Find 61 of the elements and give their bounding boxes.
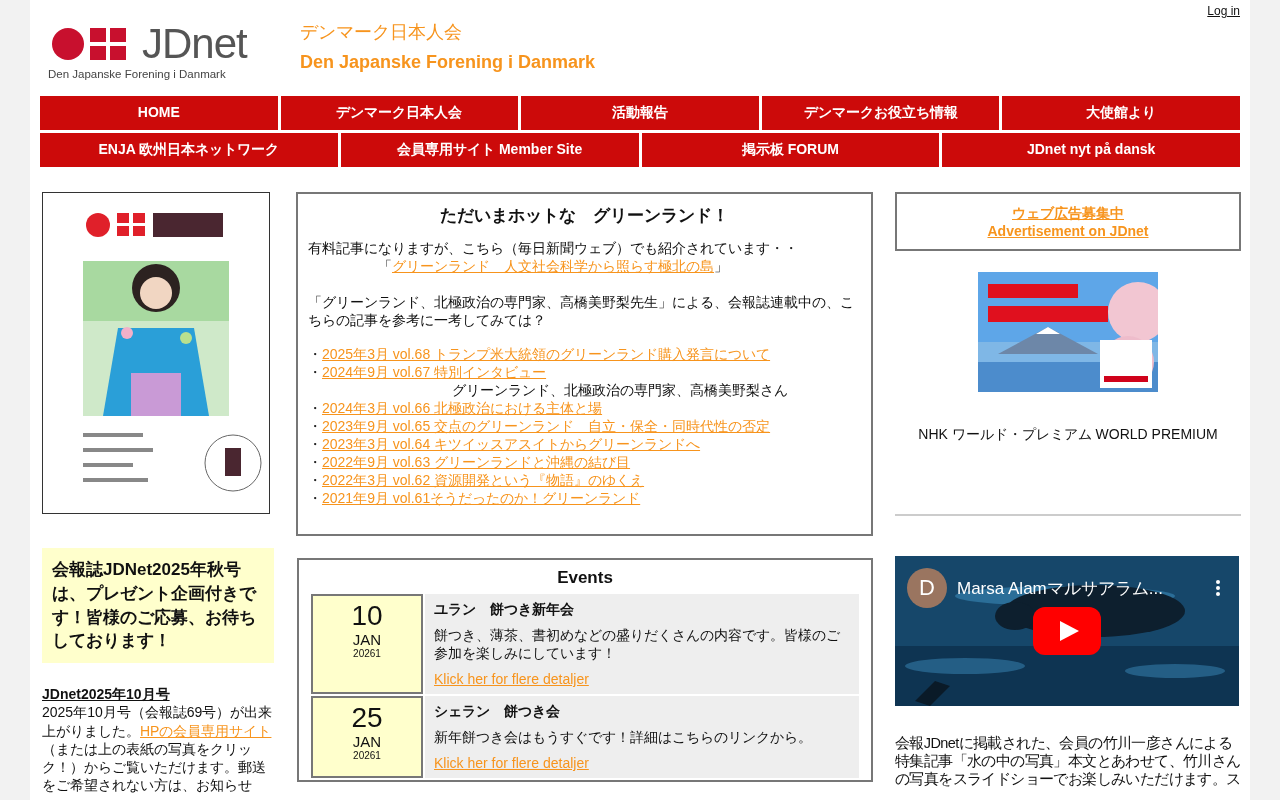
site-title: デンマーク日本人会 xyxy=(300,21,463,44)
site-subtitle: Den Japanske Forening i Danmark xyxy=(300,52,596,73)
nav-item[interactable]: デンマーク日本人会 xyxy=(280,96,519,130)
article-link[interactable]: 2023年3月 vol.64 キツイッスアスイトからグリーンランドへ xyxy=(322,436,701,452)
issue-title: JDnet2025年10月号 xyxy=(42,685,171,704)
issue-text: 2025年10月号（会報誌69号）が出来上がりました。HPの会員専用サイト （または上の表紙の写真をクリック！）からご覧いただけます。郵送をご希望されない方は、お知らせ xyxy=(42,703,274,795)
event-title: シェラン 餅つき会 xyxy=(434,702,561,720)
video-description: 会報JDnetに掲載された、会員の竹川一彦さんによる特集記事「水の中の写真」本文とあわせて、竹川さんの写真をスライドショーでお楽しみいただけます。ス xyxy=(895,734,1241,788)
lead-text: 「グリーンランド、北極政治の専門家、高橋美野梨先生」による、会報誌連載中の、こちらの記事を参考に一考してみては？ xyxy=(308,293,855,329)
nav-item[interactable]: 大使館より xyxy=(1002,96,1240,130)
video-title[interactable]: Marsa Alamマルサアラム... xyxy=(957,576,1205,600)
bullet-text: ・ xyxy=(308,400,322,416)
bullet-text: ・ xyxy=(308,490,322,506)
intro-text: 有料記事になりますが、こちら（毎日新聞ウェブ）でも紹介されています・・ xyxy=(308,239,799,257)
article-link[interactable]: 2024年3月 vol.66 北極政治における主体と場 xyxy=(322,400,603,416)
notice-text: 会報誌JDNet2025年秋号は、プレゼント企画付きです！皆様のご応募、お待ちしております！ xyxy=(42,548,274,664)
logo-name: JDnet xyxy=(142,22,247,66)
member-site-link[interactable]: HPの会員専用サイト xyxy=(140,722,272,739)
article-link[interactable]: グリーンランド 人文社会科学から照らす極北の島 xyxy=(392,258,714,274)
nav-item[interactable]: 掲示板 FORUM xyxy=(641,133,940,167)
nav-item[interactable]: デンマークお役立ち情報 xyxy=(761,96,1000,130)
date-month: JAN xyxy=(352,632,382,648)
bullet-text: ・ xyxy=(308,346,322,362)
event-title: ユラン 餅つき新年会 xyxy=(434,600,575,618)
article-link[interactable]: 2022年3月 vol.62 資源開発という『物語』のゆくえ xyxy=(322,472,645,488)
event-text: 餅つき、薄茶、書初めなどの盛りだくさんの内容です。皆様のご参加を楽しみにしています！ xyxy=(434,626,841,662)
date-month: JAN xyxy=(352,734,382,750)
article-link[interactable]: 2022年9月 vol.63 グリーンランドと沖縄の結び目 xyxy=(322,454,631,470)
nav-item[interactable]: JDnet nyt på dansk xyxy=(942,133,1240,167)
play-icon[interactable] xyxy=(1033,607,1101,655)
date-year: 20261 xyxy=(353,648,381,659)
date-day: 10 xyxy=(351,600,383,632)
bracket-text: 」 xyxy=(714,258,728,274)
article-note: グリーンランド、北極政治の専門家、高橋美野梨さん xyxy=(451,381,789,399)
article-link[interactable]: 2024年9月 vol.67 特別インタビュー xyxy=(322,364,547,380)
nav-item[interactable]: ENJA 欧州日本ネットワーク xyxy=(40,133,338,167)
bullet-text: ・ xyxy=(308,472,322,488)
bullet-text: ・ xyxy=(308,454,322,470)
nav-item[interactable]: 会員専用サイト Member Site xyxy=(340,133,639,167)
details-link[interactable]: Klick her for flere detaljer xyxy=(434,670,850,688)
date-day: 25 xyxy=(351,702,383,734)
section-title: ただいまホットな グリーンランド！ xyxy=(439,205,730,227)
bullet-text: ・ xyxy=(308,364,322,380)
logo-subtitle: Den Japanske Forening i Danmark xyxy=(48,68,227,80)
event-text: 新年餅つき会はもうすぐです！詳細はこちらのリンクから。 xyxy=(434,728,813,746)
article-link[interactable]: 2025年3月 vol.68 トランプ米大統領のグリーンランド購入発言について xyxy=(322,346,771,362)
ad-link[interactable]: ウェブ広告募集中 xyxy=(1012,204,1124,222)
ad-link[interactable]: Advertisement on JDnet xyxy=(987,222,1149,240)
more-icon[interactable] xyxy=(1215,579,1221,597)
bracket-text: 「 xyxy=(378,258,392,274)
details-link[interactable]: Klick her for flere detaljer xyxy=(434,754,850,772)
login-link[interactable]: Log in xyxy=(1207,4,1240,18)
nav-item[interactable]: HOME xyxy=(40,96,278,130)
bullet-text: ・ xyxy=(308,436,322,452)
bullet-text: ・ xyxy=(308,418,322,434)
nav-item[interactable]: 活動報告 xyxy=(521,96,759,130)
article-link[interactable]: 2021年9月 vol.61そうだったのか！グリーンランド xyxy=(322,490,641,506)
events-title: Events xyxy=(556,568,614,588)
date-year: 20261 xyxy=(353,750,381,761)
article-link[interactable]: 2023年9月 vol.65 交点のグリーンランド 自立・保全・同時代性の否定 xyxy=(322,418,771,434)
banner-caption: NHK ワールド・プレミアム WORLD PREMIUM xyxy=(917,426,1219,444)
